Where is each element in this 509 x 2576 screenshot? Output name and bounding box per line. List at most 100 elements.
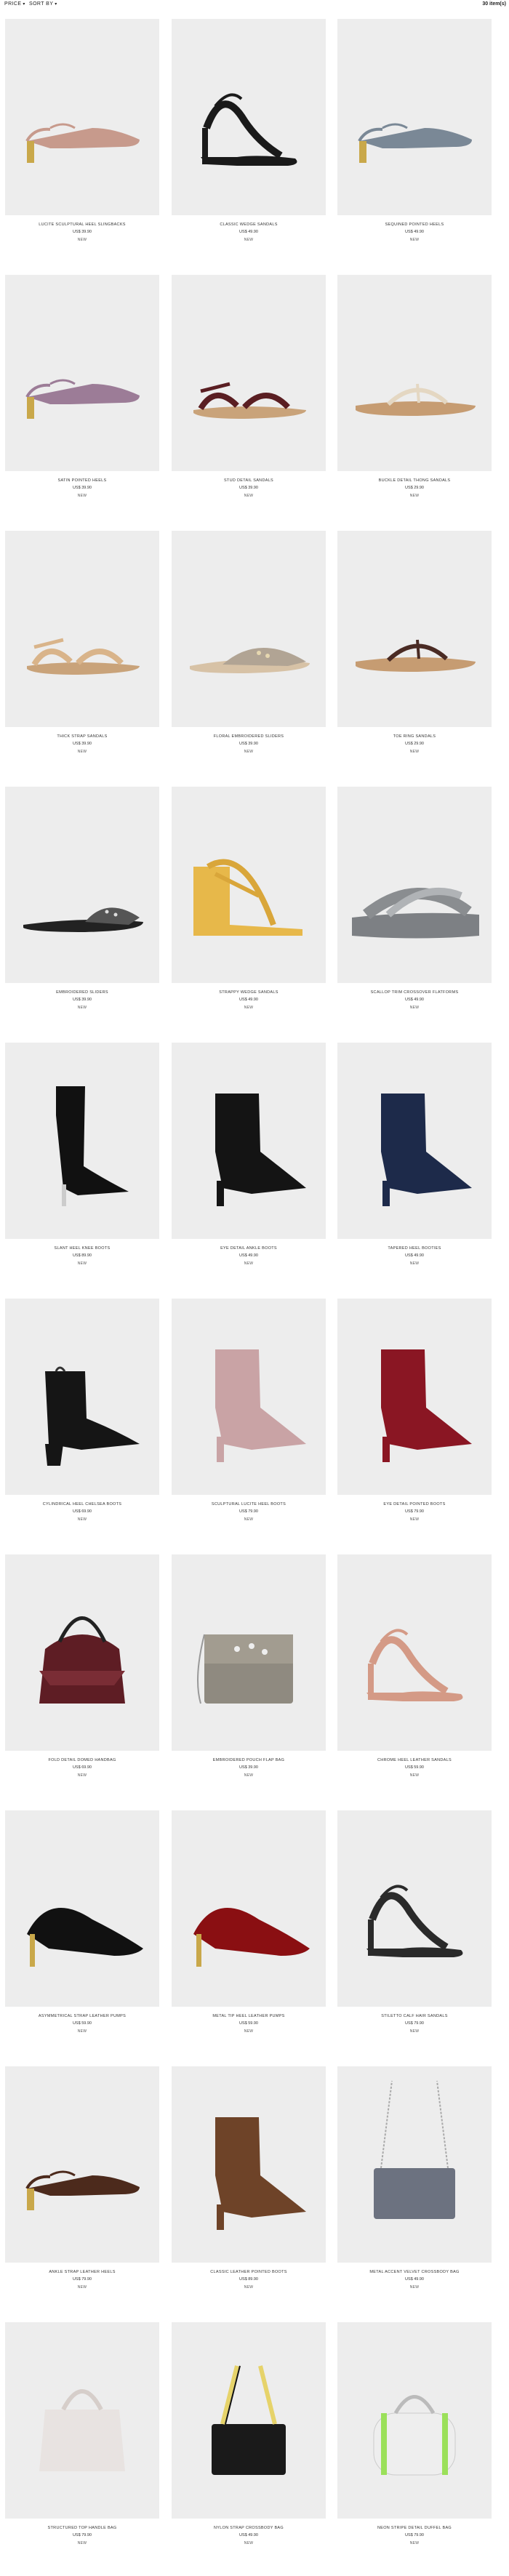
- product-image[interactable]: [5, 1810, 159, 2007]
- product-image[interactable]: [172, 531, 326, 727]
- product-image[interactable]: [5, 2066, 159, 2263]
- product-image[interactable]: [337, 275, 492, 471]
- product-card[interactable]: STUD DETAIL SANDALS US$ 39.90 NEW: [172, 275, 326, 515]
- product-name[interactable]: STRAPPY WEDGE SANDALS: [172, 990, 326, 995]
- sort-by-dropdown[interactable]: SORT BY ▾: [29, 1, 57, 7]
- product-name[interactable]: SEQUINED POINTED HEELS: [337, 222, 492, 227]
- product-card[interactable]: ASYMMETRICAL STRAP LEATHER PUMPS US$ 59.9…: [5, 1810, 159, 2050]
- product-card[interactable]: SLANT HEEL KNEE BOOTS US$ 89.90 NEW: [5, 1043, 159, 1283]
- product-card[interactable]: SEQUINED POINTED HEELS US$ 49.90 NEW: [337, 19, 492, 259]
- product-name[interactable]: THICK STRAP SANDALS: [5, 734, 159, 739]
- product-image[interactable]: [172, 19, 326, 215]
- product-name[interactable]: FOLD DETAIL DOMED HANDBAG: [5, 1758, 159, 1762]
- slingback-heel-icon: [358, 123, 472, 163]
- product-image[interactable]: [337, 531, 492, 727]
- product-image[interactable]: [337, 1299, 492, 1495]
- product-image[interactable]: [5, 1554, 159, 1751]
- product-image[interactable]: [172, 1299, 326, 1495]
- product-image[interactable]: [5, 1299, 159, 1495]
- product-card[interactable]: TOE RING SANDALS US$ 29.90 NEW: [337, 531, 492, 771]
- product-name[interactable]: NYLON STRAP CROSSBODY BAG: [172, 2526, 326, 2530]
- ankle-boot-icon: [215, 1094, 306, 1206]
- product-card[interactable]: LUCITE SCULPTURAL HEEL SLINGBACKS US$ 39.…: [5, 19, 159, 259]
- product-name[interactable]: SCULPTURAL LUCITE HEEL BOOTS: [172, 1502, 326, 1506]
- product-price: US$ 39.90: [239, 742, 258, 746]
- product-image[interactable]: [337, 1043, 492, 1239]
- product-image[interactable]: [172, 1554, 326, 1751]
- product-card[interactable]: CLASSIC LEATHER POINTED BOOTS US$ 89.90 NE…: [172, 2066, 326, 2306]
- product-card[interactable]: FOLD DETAIL DOMED HANDBAG US$ 69.90 NEW: [5, 1554, 159, 1794]
- product-name[interactable]: SATIN POINTED HEELS: [5, 478, 159, 483]
- product-name[interactable]: METAL TIP HEEL LEATHER PUMPS: [172, 2014, 326, 2018]
- product-name[interactable]: CYLINDRICAL HEEL CHELSEA BOOTS: [5, 1502, 159, 1506]
- product-name[interactable]: CHROME HEEL LEATHER SANDALS: [337, 1758, 492, 1762]
- product-name[interactable]: CLASSIC LEATHER POINTED BOOTS: [172, 2270, 326, 2274]
- product-card[interactable]: EYE DETAIL POINTED BOOTS US$ 79.90 NEW: [337, 1299, 492, 1538]
- product-card[interactable]: NEON STRIPE DETAIL DUFFEL BAG US$ 79.90 NE…: [337, 2322, 492, 2562]
- price-filter-dropdown[interactable]: PRICE ▾: [4, 1, 25, 7]
- product-name[interactable]: METAL ACCENT VELVET CROSSBODY BAG: [337, 2270, 492, 2274]
- product-image[interactable]: [172, 1810, 326, 2007]
- product-card[interactable]: EYE DETAIL ANKLE BOOTS US$ 49.90 NEW: [172, 1043, 326, 1283]
- product-image[interactable]: [172, 2066, 326, 2263]
- new-badge: NEW: [409, 1517, 420, 1522]
- product-card[interactable]: FLORAL EMBROIDERED SLIDERS US$ 39.90 NEW: [172, 531, 326, 771]
- product-name[interactable]: EMBROIDERED SLIDERS: [5, 990, 159, 995]
- product-name[interactable]: STRUCTURED TOP HANDLE BAG: [5, 2526, 159, 2530]
- product-card[interactable]: TAPERED HEEL BOOTIES US$ 49.90 NEW: [337, 1043, 492, 1283]
- new-badge: NEW: [77, 1261, 87, 1266]
- product-image[interactable]: [172, 2322, 326, 2519]
- product-name[interactable]: EYE DETAIL POINTED BOOTS: [337, 1502, 492, 1506]
- product-name[interactable]: TAPERED HEEL BOOTIES: [337, 1246, 492, 1251]
- product-image[interactable]: [337, 2066, 492, 2263]
- product-card[interactable]: STRAPPY WEDGE SANDALS US$ 49.90 NEW: [172, 787, 326, 1027]
- product-image[interactable]: [5, 2322, 159, 2519]
- product-price: US$ 49.90: [239, 230, 258, 234]
- product-image[interactable]: [172, 787, 326, 983]
- product-name[interactable]: LUCITE SCULPTURAL HEEL SLINGBACKS: [5, 222, 159, 227]
- product-name[interactable]: EMBROIDERED POUCH FLAP BAG: [172, 1758, 326, 1762]
- product-name[interactable]: ANKLE STRAP LEATHER HEELS: [5, 2270, 159, 2274]
- product-image[interactable]: [5, 787, 159, 983]
- product-image[interactable]: [5, 19, 159, 215]
- product-card[interactable]: STRUCTURED TOP HANDLE BAG US$ 79.90 NEW: [5, 2322, 159, 2562]
- new-badge: NEW: [409, 2541, 420, 2545]
- product-image[interactable]: [5, 531, 159, 727]
- product-image[interactable]: [5, 275, 159, 471]
- product-price: US$ 29.90: [405, 742, 424, 746]
- product-name[interactable]: TOE RING SANDALS: [337, 734, 492, 739]
- product-image[interactable]: [5, 1043, 159, 1239]
- product-card[interactable]: METAL ACCENT VELVET CROSSBODY BAG US$ 49.…: [337, 2066, 492, 2306]
- product-name[interactable]: NEON STRIPE DETAIL DUFFEL BAG: [337, 2526, 492, 2530]
- product-card[interactable]: NYLON STRAP CROSSBODY BAG US$ 49.90 NEW: [172, 2322, 326, 2562]
- product-card[interactable]: BUCKLE DETAIL THONG SANDALS US$ 29.90 NEW: [337, 275, 492, 515]
- product-image[interactable]: [337, 1810, 492, 2007]
- product-name[interactable]: BUCKLE DETAIL THONG SANDALS: [337, 478, 492, 483]
- product-card[interactable]: EMBROIDERED SLIDERS US$ 39.90 NEW: [5, 787, 159, 1027]
- product-image[interactable]: [337, 2322, 492, 2519]
- product-name[interactable]: FLORAL EMBROIDERED SLIDERS: [172, 734, 326, 739]
- product-card[interactable]: ANKLE STRAP LEATHER HEELS US$ 79.90 NEW: [5, 2066, 159, 2306]
- product-card[interactable]: SCULPTURAL LUCITE HEEL BOOTS US$ 79.90 NEW: [172, 1299, 326, 1538]
- product-card[interactable]: SCALLOP TRIM CROSSOVER FLATFORMS US$ 49.9…: [337, 787, 492, 1027]
- product-image[interactable]: [172, 1043, 326, 1239]
- product-card[interactable]: STILETTO CALF HAIR SANDALS US$ 79.90 NEW: [337, 1810, 492, 2050]
- product-name[interactable]: SLANT HEEL KNEE BOOTS: [5, 1246, 159, 1251]
- product-name[interactable]: STILETTO CALF HAIR SANDALS: [337, 2014, 492, 2018]
- product-card[interactable]: METAL TIP HEEL LEATHER PUMPS US$ 59.90 NEW: [172, 1810, 326, 2050]
- product-card[interactable]: CYLINDRICAL HEEL CHELSEA BOOTS US$ 69.90 N…: [5, 1299, 159, 1538]
- product-name[interactable]: EYE DETAIL ANKLE BOOTS: [172, 1246, 326, 1251]
- product-image[interactable]: [337, 19, 492, 215]
- product-card[interactable]: THICK STRAP SANDALS US$ 39.90 NEW: [5, 531, 159, 771]
- product-card[interactable]: CLASSIC WEDGE SANDALS US$ 49.90 NEW: [172, 19, 326, 259]
- product-name[interactable]: STUD DETAIL SANDALS: [172, 478, 326, 483]
- product-card[interactable]: CHROME HEEL LEATHER SANDALS US$ 59.90 NEW: [337, 1554, 492, 1794]
- product-name[interactable]: SCALLOP TRIM CROSSOVER FLATFORMS: [337, 990, 492, 995]
- product-image[interactable]: [172, 275, 326, 471]
- product-card[interactable]: EMBROIDERED POUCH FLAP BAG US$ 39.90 NEW: [172, 1554, 326, 1794]
- product-image[interactable]: [337, 1554, 492, 1751]
- product-name[interactable]: ASYMMETRICAL STRAP LEATHER PUMPS: [5, 2014, 159, 2018]
- product-card[interactable]: SATIN POINTED HEELS US$ 39.90 NEW: [5, 275, 159, 515]
- product-image[interactable]: [337, 787, 492, 983]
- product-name[interactable]: CLASSIC WEDGE SANDALS: [172, 222, 326, 227]
